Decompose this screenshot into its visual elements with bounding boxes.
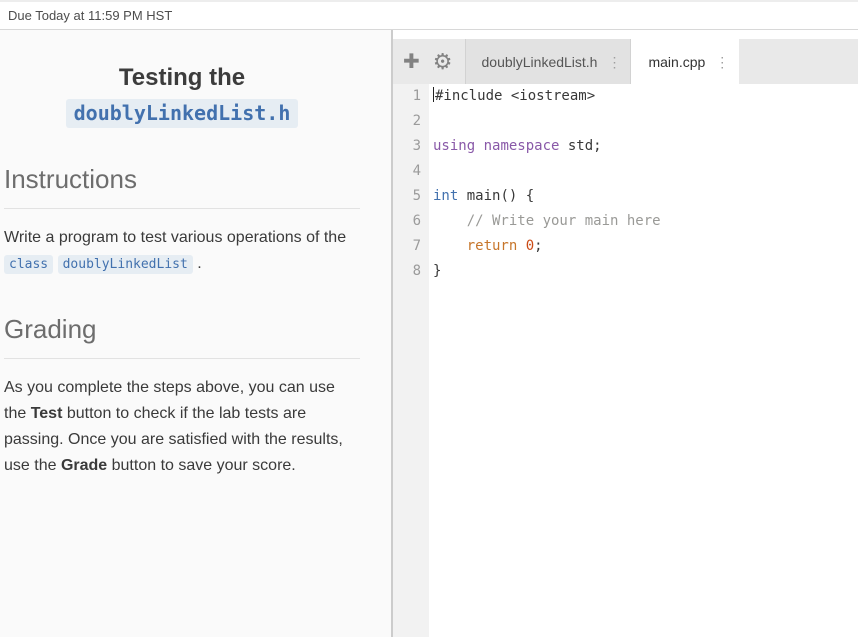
line-number-gutter: 12345678: [393, 84, 429, 637]
code-token: [433, 238, 467, 254]
due-date-text: Due Today at 11:59 PM HST: [8, 8, 172, 23]
tab-doublyLinkedList.h[interactable]: doublyLinkedList.h ⋮: [465, 39, 632, 84]
inline-code: doublyLinkedList: [58, 255, 193, 274]
grading-paragraph: As you complete the steps above, you can…: [4, 375, 360, 479]
text-run: Write a program to test various operatio…: [4, 229, 346, 246]
inline-code: class: [4, 255, 53, 274]
tab-label: doublyLinkedList.h: [482, 54, 598, 70]
line-number: 6: [393, 209, 421, 234]
code-token: // Write your main here: [467, 213, 661, 229]
code-line[interactable]: [433, 109, 858, 134]
code-token: [517, 238, 525, 254]
editor-tabbar: ✚ ⚙ doublyLinkedList.h ⋮ main.cpp ⋮: [393, 39, 858, 84]
code-token: using: [433, 138, 475, 154]
assignment-title-text: Testing the: [4, 62, 360, 94]
code-line[interactable]: // Write your main here: [433, 209, 858, 234]
add-file-icon[interactable]: ✚: [403, 49, 420, 74]
code-token: return: [467, 238, 518, 254]
bold-text: Grade: [61, 457, 107, 474]
assignment-title: Testing the doublyLinkedList.h: [4, 62, 360, 128]
text-run: .: [193, 255, 202, 272]
instructions-panel: Testing the doublyLinkedList.h Instructi…: [0, 30, 393, 637]
code-token: [433, 213, 467, 229]
line-number: 2: [393, 109, 421, 134]
bold-text: Test: [31, 405, 63, 422]
code-token: 0: [526, 238, 534, 254]
code-token: }: [433, 263, 441, 279]
code-line[interactable]: }: [433, 259, 858, 284]
code-token: namespace: [484, 138, 560, 154]
code-token: #include <iostream>: [435, 88, 595, 104]
settings-gear-icon[interactable]: ⚙: [433, 49, 453, 75]
code-token: int: [433, 188, 458, 204]
tabbar-actions: ✚ ⚙: [393, 39, 465, 84]
editor-panel: ✚ ⚙ doublyLinkedList.h ⋮ main.cpp ⋮ 1234567…: [393, 30, 858, 637]
line-number: 4: [393, 159, 421, 184]
tab-menu-icon[interactable]: ⋮: [715, 55, 729, 69]
line-number: 3: [393, 134, 421, 159]
tab-menu-icon[interactable]: ⋮: [607, 55, 621, 69]
grading-heading: Grading: [4, 314, 360, 359]
tab-main.cpp[interactable]: main.cpp ⋮: [631, 39, 739, 84]
code-line[interactable]: #include <iostream>: [433, 84, 858, 109]
code-line[interactable]: return 0;: [433, 234, 858, 259]
instructions-heading: Instructions: [4, 164, 360, 209]
due-date-bar: Due Today at 11:59 PM HST: [0, 0, 858, 30]
text-run: [53, 255, 57, 272]
app-window: Due Today at 11:59 PM HST Testing the do…: [0, 0, 858, 637]
code-line[interactable]: using namespace std;: [433, 134, 858, 159]
main-split: Testing the doublyLinkedList.h Instructi…: [0, 30, 858, 637]
code-token: main() {: [458, 188, 534, 204]
assignment-title-code: doublyLinkedList.h: [66, 99, 299, 128]
line-number: 1: [393, 84, 421, 109]
code-line[interactable]: int main() {: [433, 184, 858, 209]
assignment-title-code-row: doublyLinkedList.h: [4, 94, 360, 128]
code-token: ;: [534, 238, 542, 254]
instructions-paragraph: Write a program to test various operatio…: [4, 225, 360, 278]
code-content[interactable]: #include <iostream> using namespace std; i…: [429, 84, 858, 637]
code-line[interactable]: [433, 159, 858, 184]
text-cursor: [433, 87, 434, 102]
text-run: button to save your score.: [107, 457, 296, 474]
tab-list: doublyLinkedList.h ⋮ main.cpp ⋮: [465, 39, 740, 84]
line-number: 5: [393, 184, 421, 209]
tab-label: main.cpp: [648, 54, 705, 70]
code-token: std;: [559, 138, 601, 154]
code-token: [475, 138, 483, 154]
line-number: 7: [393, 234, 421, 259]
line-number: 8: [393, 259, 421, 284]
code-editor[interactable]: 12345678 #include <iostream> using namesp…: [393, 84, 858, 637]
tabbar-top-gap: [393, 30, 858, 39]
